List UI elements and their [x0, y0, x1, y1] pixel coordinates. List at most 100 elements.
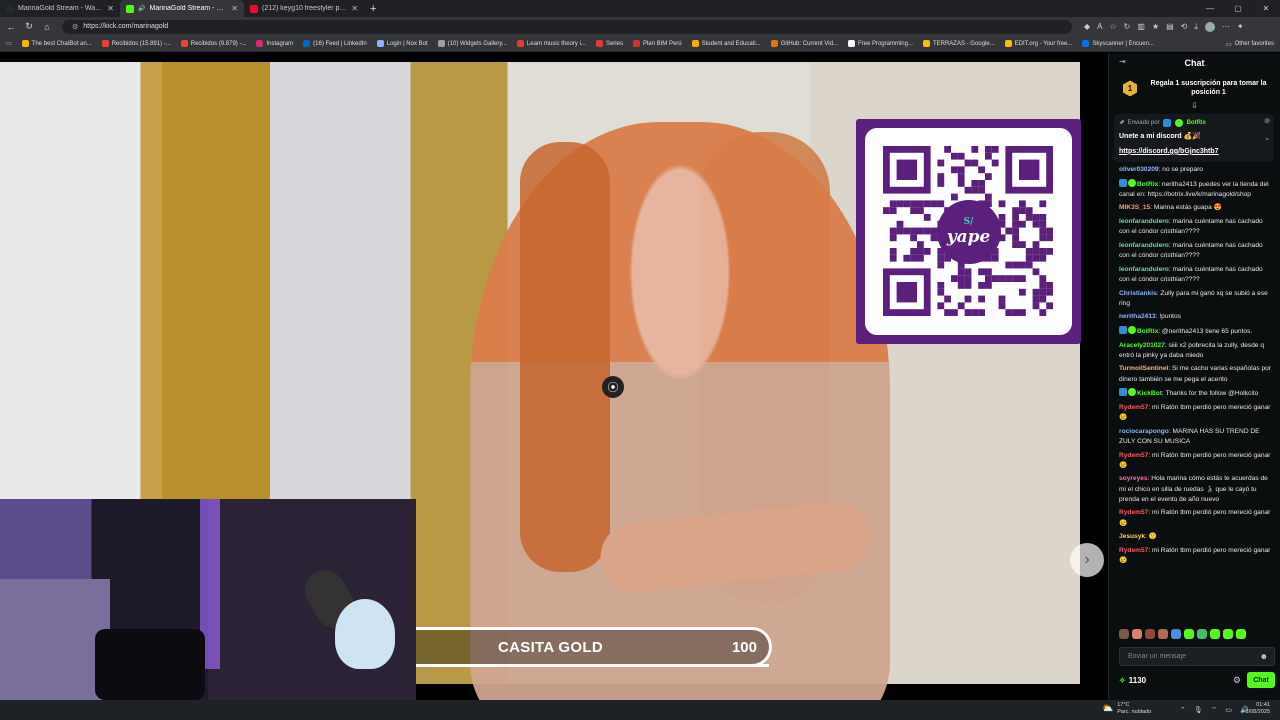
bookmark-item[interactable]: Instagram [256, 40, 293, 47]
emoji-icon[interactable]: ☻ [1260, 652, 1268, 661]
chat-username[interactable]: oliver030209 [1119, 166, 1159, 173]
chat-username[interactable]: leonfarandulero [1119, 218, 1169, 225]
verified-badge-icon [1174, 118, 1183, 127]
emote-button[interactable] [1132, 629, 1142, 639]
copilot-icon[interactable]: ✦ [1237, 22, 1244, 31]
read-aloud-icon[interactable]: A [1097, 22, 1102, 31]
browser-tab[interactable]: MarinaGold Stream - Watch Live✕ [0, 0, 120, 17]
favorites-icon[interactable]: ★ [1152, 22, 1159, 31]
bookmark-item[interactable]: (10) Widgets Gallery... [437, 40, 507, 47]
unpin-icon[interactable]: ⊘ [1264, 117, 1270, 125]
bookmark-item[interactable]: (16) Feed | LinkedIn [303, 40, 367, 47]
chat-input[interactable]: ☻ [1119, 647, 1275, 666]
browser-tab[interactable]: 🔊 MarinaGold Stream - Watch ✕ [120, 0, 244, 17]
emote-button[interactable] [1236, 629, 1246, 639]
chevron-up-icon[interactable]: ⌃ [1180, 706, 1186, 714]
chat-username[interactable]: Christiankis [1119, 290, 1157, 297]
chat-username[interactable]: Aracely201027 [1119, 342, 1165, 349]
collections-icon[interactable]: ▤ [1166, 22, 1174, 31]
chat-username[interactable]: neritha2413 [1119, 313, 1156, 320]
gear-icon[interactable]: ⚙ [1233, 675, 1241, 686]
next-stream-button[interactable]: › [1070, 543, 1104, 577]
close-tab-icon[interactable]: ✕ [107, 4, 114, 13]
bookmark-item[interactable]: Series [595, 40, 623, 47]
history-icon[interactable]: ⟲ [1181, 22, 1188, 31]
favorite-star-icon[interactable]: ☆ [1110, 22, 1117, 31]
collapse-chat-icon[interactable]: ⇥ [1119, 57, 1126, 66]
downloads-icon[interactable]: ⤓ [1194, 22, 1198, 32]
browser-tab[interactable]: (212) keyg10 freestyler peru - You ✕ [244, 0, 364, 17]
wifi-icon[interactable]: ⌔ [1211, 706, 1218, 715]
split-screen-icon[interactable]: ▥ [1137, 22, 1145, 31]
home-icon[interactable]: ⌂ [40, 22, 54, 32]
reload-icon[interactable]: ↻ [22, 21, 36, 32]
qr-module [1039, 234, 1047, 242]
bookmark-item[interactable]: Skyscanner | Encuen... [1082, 40, 1154, 47]
profile-avatar[interactable] [1204, 21, 1215, 32]
emote-button[interactable] [1223, 629, 1233, 639]
bookmark-favicon [303, 40, 311, 47]
emote-button[interactable] [1184, 629, 1194, 639]
chat-username[interactable]: Rydem57 [1119, 452, 1148, 459]
new-tab-button[interactable]: + [364, 3, 382, 15]
pinned-link[interactable]: https://discord.gg/bGjnc3htb7 [1119, 148, 1219, 155]
extension-icon[interactable]: ◆ [1084, 22, 1090, 31]
chat-username[interactable]: leonfarandulero [1119, 242, 1169, 249]
bookmark-label: (10) Widgets Gallery... [447, 40, 507, 47]
chat-username[interactable]: leonfarandulero [1119, 266, 1169, 273]
network-icon[interactable]: ▭ [1225, 706, 1232, 714]
emote-button[interactable] [1119, 629, 1129, 639]
chat-username[interactable]: Rydem57 [1119, 509, 1148, 516]
bookmark-item[interactable]: The best ChatBot an... [21, 40, 92, 47]
chat-username[interactable]: rociocarapongo [1119, 428, 1169, 435]
bookmark-item[interactable]: Free Programming... [847, 40, 913, 47]
back-icon[interactable]: ← [4, 22, 18, 32]
bookmark-item[interactable]: EDIT.org - Your free... [1004, 40, 1072, 47]
other-favorites[interactable]: ▭ Other favorites [1226, 36, 1274, 52]
bookmark-item[interactable]: GitHub: Current Vid... [770, 40, 838, 47]
message-field[interactable] [1128, 653, 1248, 660]
video-player[interactable]: ⦿ S/ yape CASITA GOLD 100 › [0, 53, 1108, 700]
site-info-icon[interactable]: ⚙ [72, 23, 78, 31]
bookmark-item[interactable]: Login | Nox Bot [376, 40, 428, 47]
bookmark-item[interactable]: Recibidos (15.891) -... [101, 40, 171, 47]
chat-username[interactable]: Rydem57 [1119, 547, 1148, 554]
emote-button[interactable] [1197, 629, 1207, 639]
close-window-icon[interactable]: ✕ [1252, 0, 1280, 17]
emote-button[interactable] [1158, 629, 1168, 639]
chat-username[interactable]: BotRix [1137, 181, 1158, 188]
chevron-down-icon[interactable]: ⌄ [1264, 134, 1270, 142]
bookmark-item[interactable]: Learn music theory i... [516, 40, 586, 47]
close-tab-icon[interactable]: ✕ [231, 4, 238, 13]
emote-button[interactable] [1171, 629, 1181, 639]
chat-username[interactable]: TurmoilSentinel [1119, 365, 1168, 372]
points-icon: ✧ [1119, 675, 1126, 685]
bookmark-apps-icon[interactable]: ▭ [6, 40, 12, 47]
maximize-icon[interactable]: ▢ [1224, 0, 1252, 17]
channel-points[interactable]: ✧ 1130 [1119, 676, 1146, 685]
bookmark-item[interactable]: TERRAZAS - Google... [922, 40, 995, 47]
refresh-extension-icon[interactable]: ↻ [1124, 22, 1131, 31]
gift-sub-banner[interactable]: 1 Regala 1 suscripción para tomar la pos… [1109, 73, 1280, 102]
bookmark-item[interactable]: Plan BIM Perú [632, 40, 682, 47]
expand-leaderboard-icon[interactable]: ⇩ [1109, 101, 1280, 110]
emote-button[interactable] [1210, 629, 1220, 639]
close-tab-icon[interactable]: ✕ [351, 4, 358, 13]
chat-username[interactable]: MIK3S_15 [1119, 204, 1150, 211]
weather-widget[interactable]: ⛅ 17°C Parc. nublado [1102, 702, 1151, 715]
send-chat-button[interactable]: Chat [1247, 672, 1275, 688]
emote-button[interactable] [1145, 629, 1155, 639]
minimize-icon[interactable]: — [1196, 0, 1224, 17]
chat-username[interactable]: Rydem57 [1119, 404, 1148, 411]
chat-username[interactable]: Jesusyk [1119, 533, 1145, 540]
bookmark-item[interactable]: Recibidos (9.879) -... [180, 40, 246, 47]
chat-username[interactable]: soyreyes [1119, 475, 1148, 482]
bookmark-item[interactable]: Student and Educati... [691, 40, 761, 47]
speaker-icon[interactable]: 🔊 [138, 5, 145, 12]
chat-username[interactable]: KickBot [1137, 390, 1162, 397]
chat-username[interactable]: BotRix [1137, 328, 1158, 335]
address-bar[interactable]: ⚙ https://kick.com/marinagold [62, 19, 1072, 34]
clock[interactable]: 01:41 3/08/2025 [1246, 702, 1270, 716]
microphone-icon[interactable]: 🎙 [1194, 706, 1203, 714]
more-menu-icon[interactable]: ⋯ [1222, 22, 1230, 31]
